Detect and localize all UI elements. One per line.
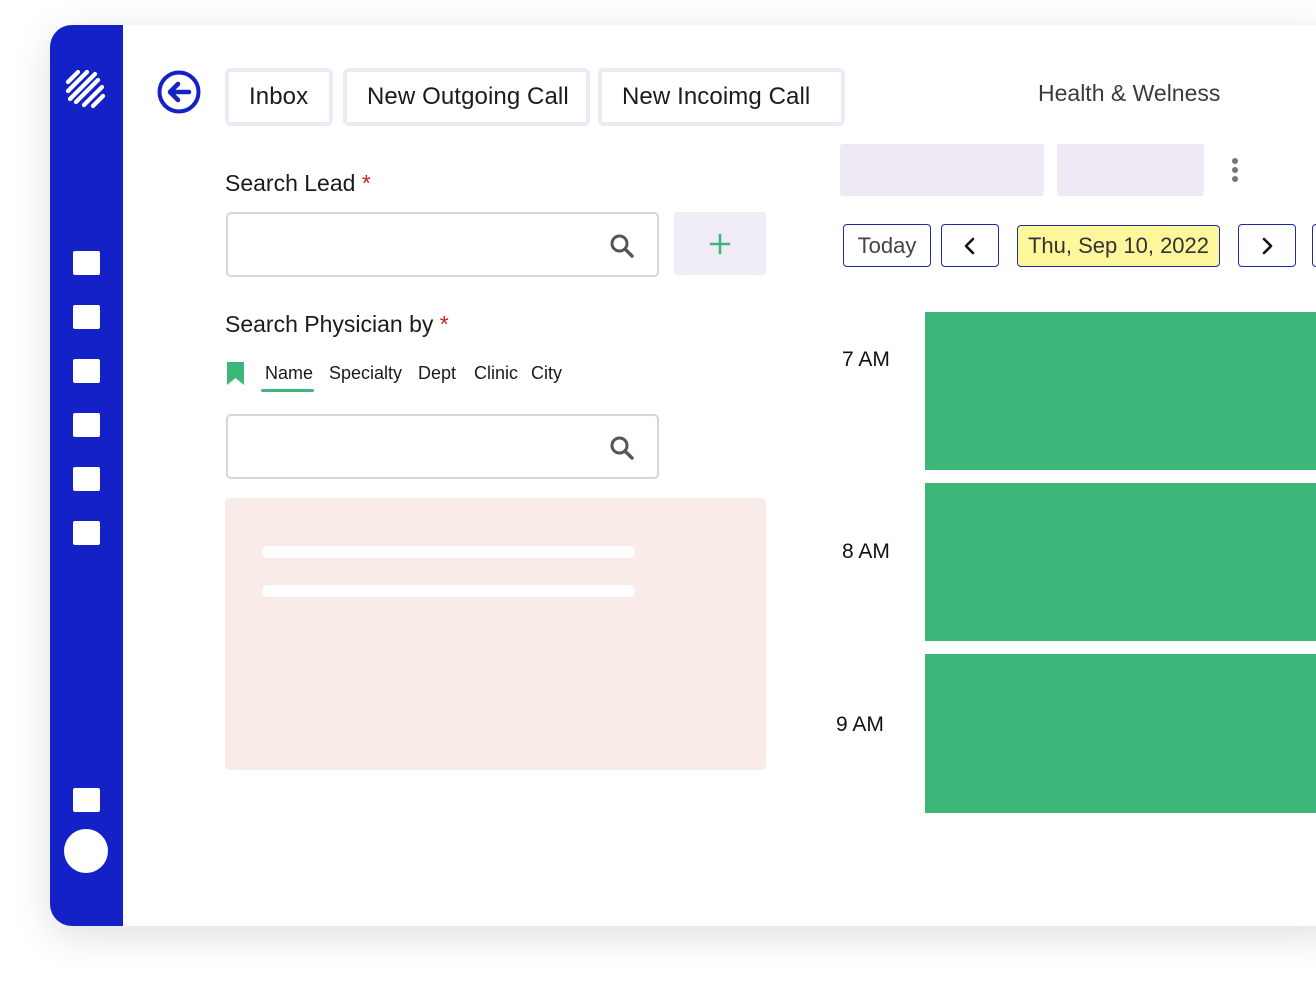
physician-results-card — [225, 498, 766, 770]
back-arrow-icon[interactable] — [156, 69, 202, 115]
plus-icon — [709, 233, 731, 254]
nav-item-6[interactable] — [73, 521, 100, 545]
sidebar — [50, 25, 123, 926]
search-icon[interactable] — [609, 435, 635, 461]
time-slot-7am[interactable] — [925, 312, 1316, 470]
nav-item-5[interactable] — [73, 467, 100, 491]
skeleton-line — [262, 585, 635, 597]
time-label-8am: 8 AM — [842, 540, 890, 563]
search-lead-input[interactable] — [238, 222, 598, 268]
time-slot-9am[interactable] — [925, 654, 1316, 813]
active-filter-indicator — [261, 389, 314, 392]
current-date[interactable]: Thu, Sep 10, 2022 — [1017, 225, 1220, 267]
required-mark: * — [361, 170, 371, 196]
more-options-icon[interactable] — [1230, 158, 1240, 184]
bookmark-icon — [227, 362, 244, 385]
chevron-right-icon — [1262, 237, 1273, 254]
tab-inbox-label: Inbox — [249, 83, 309, 110]
app-logo-icon[interactable] — [65, 69, 107, 111]
view-toggle-button[interactable] — [1312, 224, 1316, 267]
filter-tab-clinic[interactable]: Clinic — [474, 363, 518, 384]
nav-item-4[interactable] — [73, 413, 100, 437]
today-button[interactable]: Today — [843, 224, 931, 267]
search-icon[interactable] — [609, 233, 635, 259]
filter-tab-city[interactable]: City — [531, 363, 562, 384]
required-mark: * — [439, 311, 449, 337]
tab-new-outgoing-call[interactable]: New Outgoing Call — [343, 68, 590, 126]
app-window: Inbox New Outgoing Call New Incoimg Call… — [50, 25, 1316, 926]
chevron-left-icon — [964, 237, 975, 254]
nav-item-1[interactable] — [73, 251, 100, 275]
avatar[interactable] — [64, 829, 108, 873]
brand-title: Health & Welness — [1038, 80, 1221, 106]
nav-item-settings[interactable] — [73, 788, 100, 812]
filter-tab-name[interactable]: Name — [265, 363, 313, 384]
search-lead-box — [226, 212, 659, 277]
search-physician-label: Search Physician by * — [225, 311, 449, 337]
calendar-placeholder-1 — [840, 144, 1044, 196]
search-lead-label: Search Lead * — [225, 170, 371, 196]
calendar-placeholder-2 — [1057, 144, 1204, 196]
tab-new-outgoing-call-label: New Outgoing Call — [367, 83, 569, 110]
prev-day-button[interactable] — [941, 224, 999, 267]
nav-item-2[interactable] — [73, 305, 100, 329]
search-physician-input[interactable] — [238, 424, 598, 470]
time-slot-8am[interactable] — [925, 483, 1316, 641]
time-label-7am: 7 AM — [842, 348, 890, 371]
tab-new-incoming-call[interactable]: New Incoimg Call — [598, 68, 845, 126]
search-physician-box — [226, 414, 659, 479]
skeleton-line — [262, 546, 635, 558]
nav-item-3[interactable] — [73, 359, 100, 383]
today-button-label: Today — [857, 232, 917, 258]
time-label-9am: 9 AM — [836, 713, 884, 736]
add-lead-button[interactable] — [674, 212, 766, 275]
tab-inbox[interactable]: Inbox — [225, 68, 333, 126]
next-day-button[interactable] — [1238, 224, 1296, 267]
tab-new-incoming-call-label: New Incoimg Call — [622, 83, 811, 110]
filter-tab-dept[interactable]: Dept — [418, 363, 456, 384]
filter-tab-specialty[interactable]: Specialty — [329, 363, 402, 384]
